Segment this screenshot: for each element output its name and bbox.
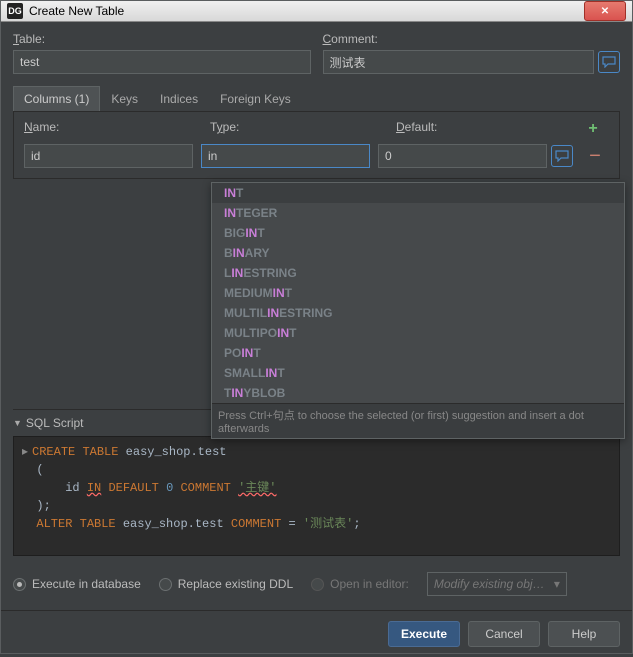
radio-dot-icon	[311, 578, 324, 591]
autocomplete-item[interactable]: BIGINT	[212, 223, 624, 243]
tabs: Columns (1) Keys Indices Foreign Keys	[13, 86, 620, 112]
add-column-button[interactable]: +	[588, 120, 597, 138]
autocomplete-item[interactable]: POINT	[212, 343, 624, 363]
help-button[interactable]: Help	[548, 621, 620, 647]
titlebar: DG Create New Table ✕	[1, 1, 632, 22]
remove-column-button[interactable]: −	[589, 152, 601, 160]
col-default-label: Default:	[396, 120, 569, 134]
table-name-input[interactable]	[13, 50, 311, 74]
dialog-window: DG Create New Table ✕ Table: Comment:	[0, 0, 633, 654]
sql-script-label: SQL Script	[26, 416, 84, 430]
collapse-arrow-icon: ▼	[13, 418, 22, 428]
autocomplete-item[interactable]: MULTIPOINT	[212, 323, 624, 343]
column-type-input[interactable]	[201, 144, 370, 168]
autocomplete-item[interactable]: TINYBLOB	[212, 383, 624, 403]
autocomplete-item[interactable]: SMALLINT	[212, 363, 624, 383]
radio-dot-icon	[13, 578, 26, 591]
modify-existing-dropdown[interactable]: Modify existing obj… ▾	[427, 572, 567, 596]
radio-replace-ddl[interactable]: Replace existing DDL	[159, 577, 293, 591]
column-name-input[interactable]	[24, 144, 193, 168]
autocomplete-item[interactable]: BINARY	[212, 243, 624, 263]
chevron-down-icon: ▾	[554, 577, 560, 591]
column-default-input[interactable]	[378, 144, 547, 168]
autocomplete-item[interactable]: LINESTRING	[212, 263, 624, 283]
tab-columns[interactable]: Columns (1)	[13, 86, 100, 111]
dialog-content: Table: Comment: Columns (1) Keys Indices…	[1, 22, 632, 610]
options-row: Execute in database Replace existing DDL…	[13, 568, 620, 600]
window-controls: ✕	[584, 1, 626, 21]
radio-execute-db[interactable]: Execute in database	[13, 577, 141, 591]
tab-indices[interactable]: Indices	[149, 86, 209, 111]
dialog-footer: Execute Cancel Help	[1, 610, 632, 657]
autocomplete-item[interactable]: INTEGER	[212, 203, 624, 223]
tab-foreign-keys[interactable]: Foreign Keys	[209, 86, 302, 111]
default-speech-icon[interactable]	[551, 145, 573, 167]
app-icon: DG	[7, 3, 23, 19]
radio-dot-icon	[159, 578, 172, 591]
column-row: −	[24, 144, 609, 168]
columns-panel: Name: Type: Default: +	[13, 112, 620, 179]
close-button[interactable]: ✕	[584, 1, 626, 21]
comment-speech-icon[interactable]	[598, 51, 620, 73]
autocomplete-popup: INTINTEGERBIGINTBINARYLINESTRINGMEDIUMIN…	[211, 182, 625, 439]
radio-open-editor[interactable]: Open in editor:	[311, 577, 409, 591]
sql-preview[interactable]: ▸CREATE TABLE easy_shop.test ( id IN DEF…	[13, 436, 620, 556]
table-label: Table:	[13, 32, 311, 46]
autocomplete-item[interactable]: INT	[212, 183, 624, 203]
window-title: Create New Table	[29, 4, 124, 18]
cancel-button[interactable]: Cancel	[468, 621, 540, 647]
comment-input[interactable]	[323, 50, 595, 74]
execute-button[interactable]: Execute	[388, 621, 460, 647]
autocomplete-hint: Press Ctrl+句点 to choose the selected (or…	[212, 403, 624, 438]
col-name-label: Name:	[24, 120, 202, 134]
tab-keys[interactable]: Keys	[100, 86, 149, 111]
autocomplete-item[interactable]: MULTILINESTRING	[212, 303, 624, 323]
autocomplete-item[interactable]: MEDIUMINT	[212, 283, 624, 303]
close-icon: ✕	[601, 6, 609, 17]
comment-label: Comment:	[323, 32, 621, 46]
col-type-label: Type:	[210, 120, 388, 134]
